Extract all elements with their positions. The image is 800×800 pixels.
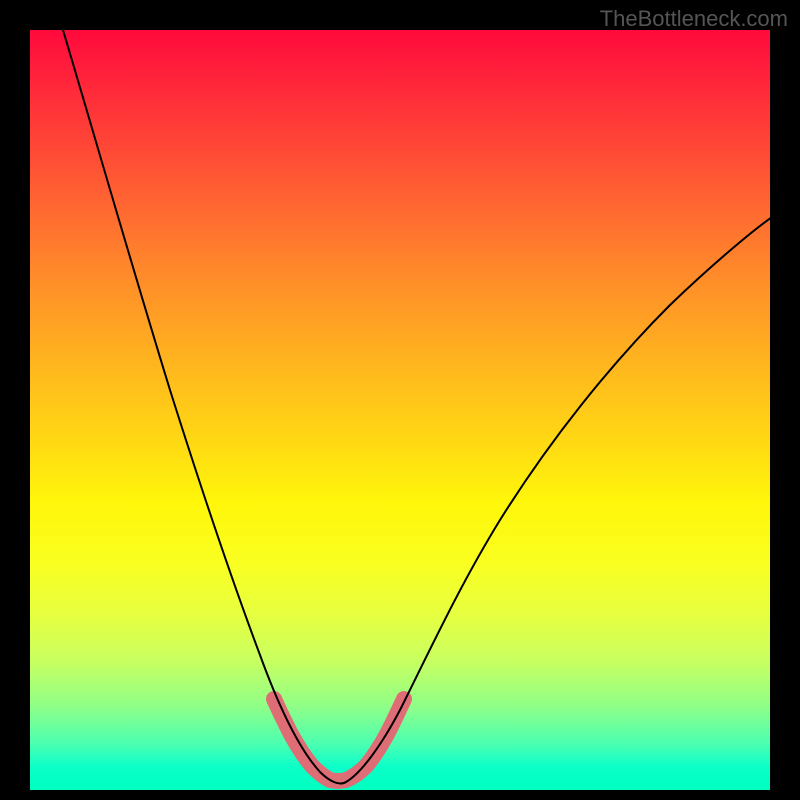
plot-area [30,30,770,790]
chart-svg [30,30,770,790]
optimal-zone-highlight [274,699,404,781]
bottleneck-curve [60,30,770,784]
watermark-text: TheBottleneck.com [600,6,788,32]
chart-container: TheBottleneck.com [0,0,800,800]
